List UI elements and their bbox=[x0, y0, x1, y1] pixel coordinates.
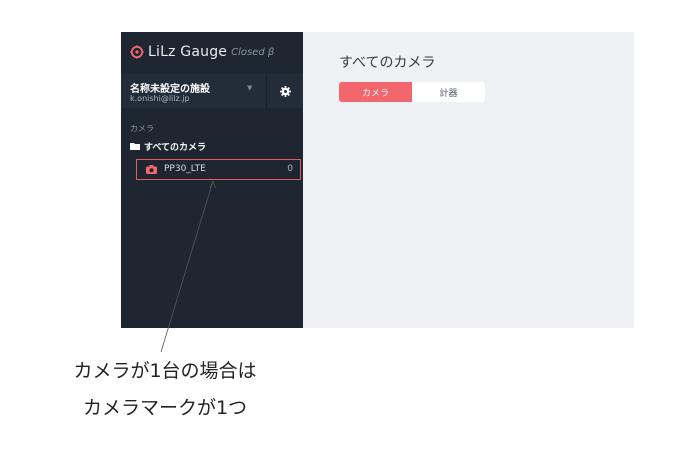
annotation-pointer-line bbox=[160, 180, 216, 353]
annotation-line-2: カメラマークが1つ bbox=[82, 397, 248, 419]
annotation-line-1: カメラが1台の場合は bbox=[73, 360, 257, 382]
